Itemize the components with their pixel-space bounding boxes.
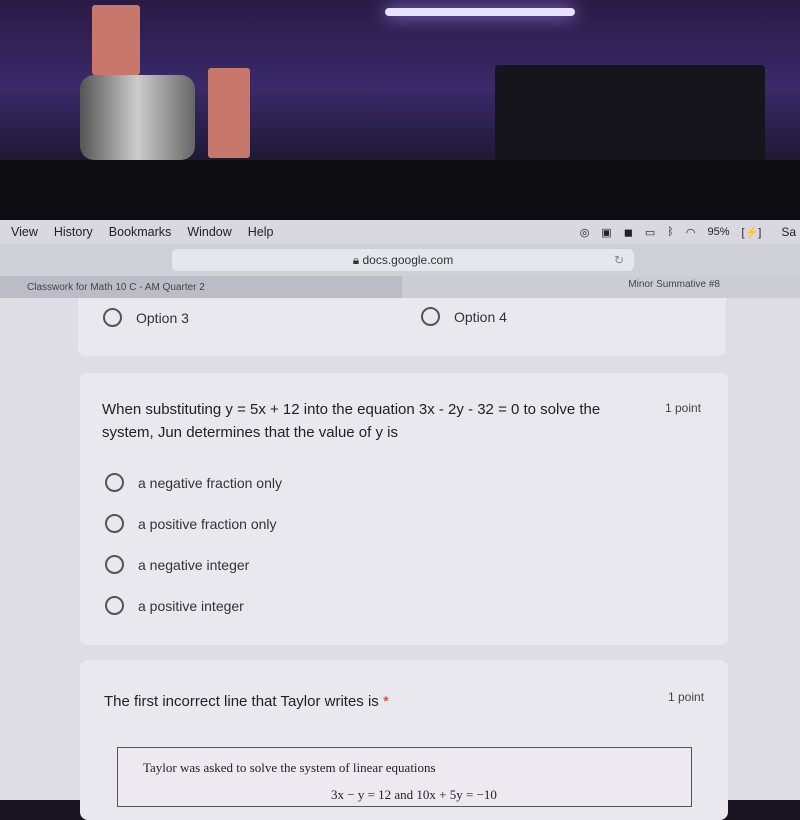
image-text-line: Taylor was asked to solve the system of … [143,760,436,775]
reload-icon[interactable]: ↻ [614,249,624,271]
image-equation: 3x − y = 12 and 10x + 5y = −10 [331,787,497,802]
menu-window[interactable]: Window [187,225,231,239]
app-icon[interactable]: ◼ [624,226,633,239]
option-3[interactable]: Option 3 [103,308,189,327]
wifi-icon[interactable]: ◠ [686,226,696,239]
question-card-1: When substituting y = 5x + 12 into the e… [80,373,728,645]
menu-help[interactable]: Help [248,225,274,239]
decor [208,68,250,158]
option-label: Option 4 [454,308,507,325]
menubar: View History Bookmarks Window Help ◎ ▣ ◼… [0,220,800,244]
lock-icon: 🔒︎ [352,253,360,267]
menu-history[interactable]: History [54,225,93,239]
option-negative-fraction[interactable]: a negative fraction only [105,473,282,492]
option-label: a positive integer [138,597,244,614]
radio-button[interactable] [105,473,124,492]
decor [495,65,765,165]
address-bar[interactable]: 🔒︎ docs.google.com ↻ [172,249,634,271]
tab-classwork[interactable]: Classwork for Math 10 C - AM Quarter 2 [0,276,402,298]
airplay-icon[interactable]: ▭ [645,226,655,239]
bluetooth-icon[interactable]: ᛒ [667,226,674,238]
menu-view[interactable]: View [11,225,38,239]
radio-button[interactable] [105,514,124,533]
points-label: 1 point [665,401,702,415]
option-label: a negative fraction only [138,474,282,491]
question-label: The first incorrect line that Taylor wri… [104,693,379,710]
option-label: a negative integer [138,556,250,573]
app-icon[interactable]: ◎ [580,226,590,239]
battery-icon[interactable]: [⚡] [742,226,762,239]
radio-button[interactable] [421,307,440,326]
radio-button[interactable] [103,308,122,327]
decor [80,75,195,160]
tab-minor-summative[interactable]: Minor Summative #8 [402,276,800,298]
option-label: a positive fraction only [138,515,277,532]
option-positive-fraction[interactable]: a positive fraction only [105,514,277,533]
question-image: Taylor was asked to solve the system of … [117,747,692,807]
battery-percent[interactable]: 95% [707,226,729,238]
question-text: When substituting y = 5x + 12 into the e… [102,401,601,441]
option-label: Option 3 [136,309,189,326]
url-text: docs.google.com [362,253,454,267]
laptop-bezel [0,160,800,220]
option-negative-integer[interactable]: a negative integer [105,555,249,574]
menu-bookmarks[interactable]: Bookmarks [109,225,172,239]
option-positive-integer[interactable]: a positive integer [105,596,244,615]
decor [92,5,140,75]
led-strip [385,8,575,16]
option-4[interactable]: Option 4 [421,307,507,326]
question-text: The first incorrect line that Taylor wri… [104,690,389,713]
radio-button[interactable] [105,555,124,574]
radio-button[interactable] [105,596,124,615]
points-label: 1 point [668,690,705,704]
required-asterisk: * [382,693,389,710]
app-icon[interactable]: ▣ [601,226,611,239]
clock[interactable]: Sa [781,225,796,239]
previous-question-card: Option 3 Option 4 [78,298,726,356]
